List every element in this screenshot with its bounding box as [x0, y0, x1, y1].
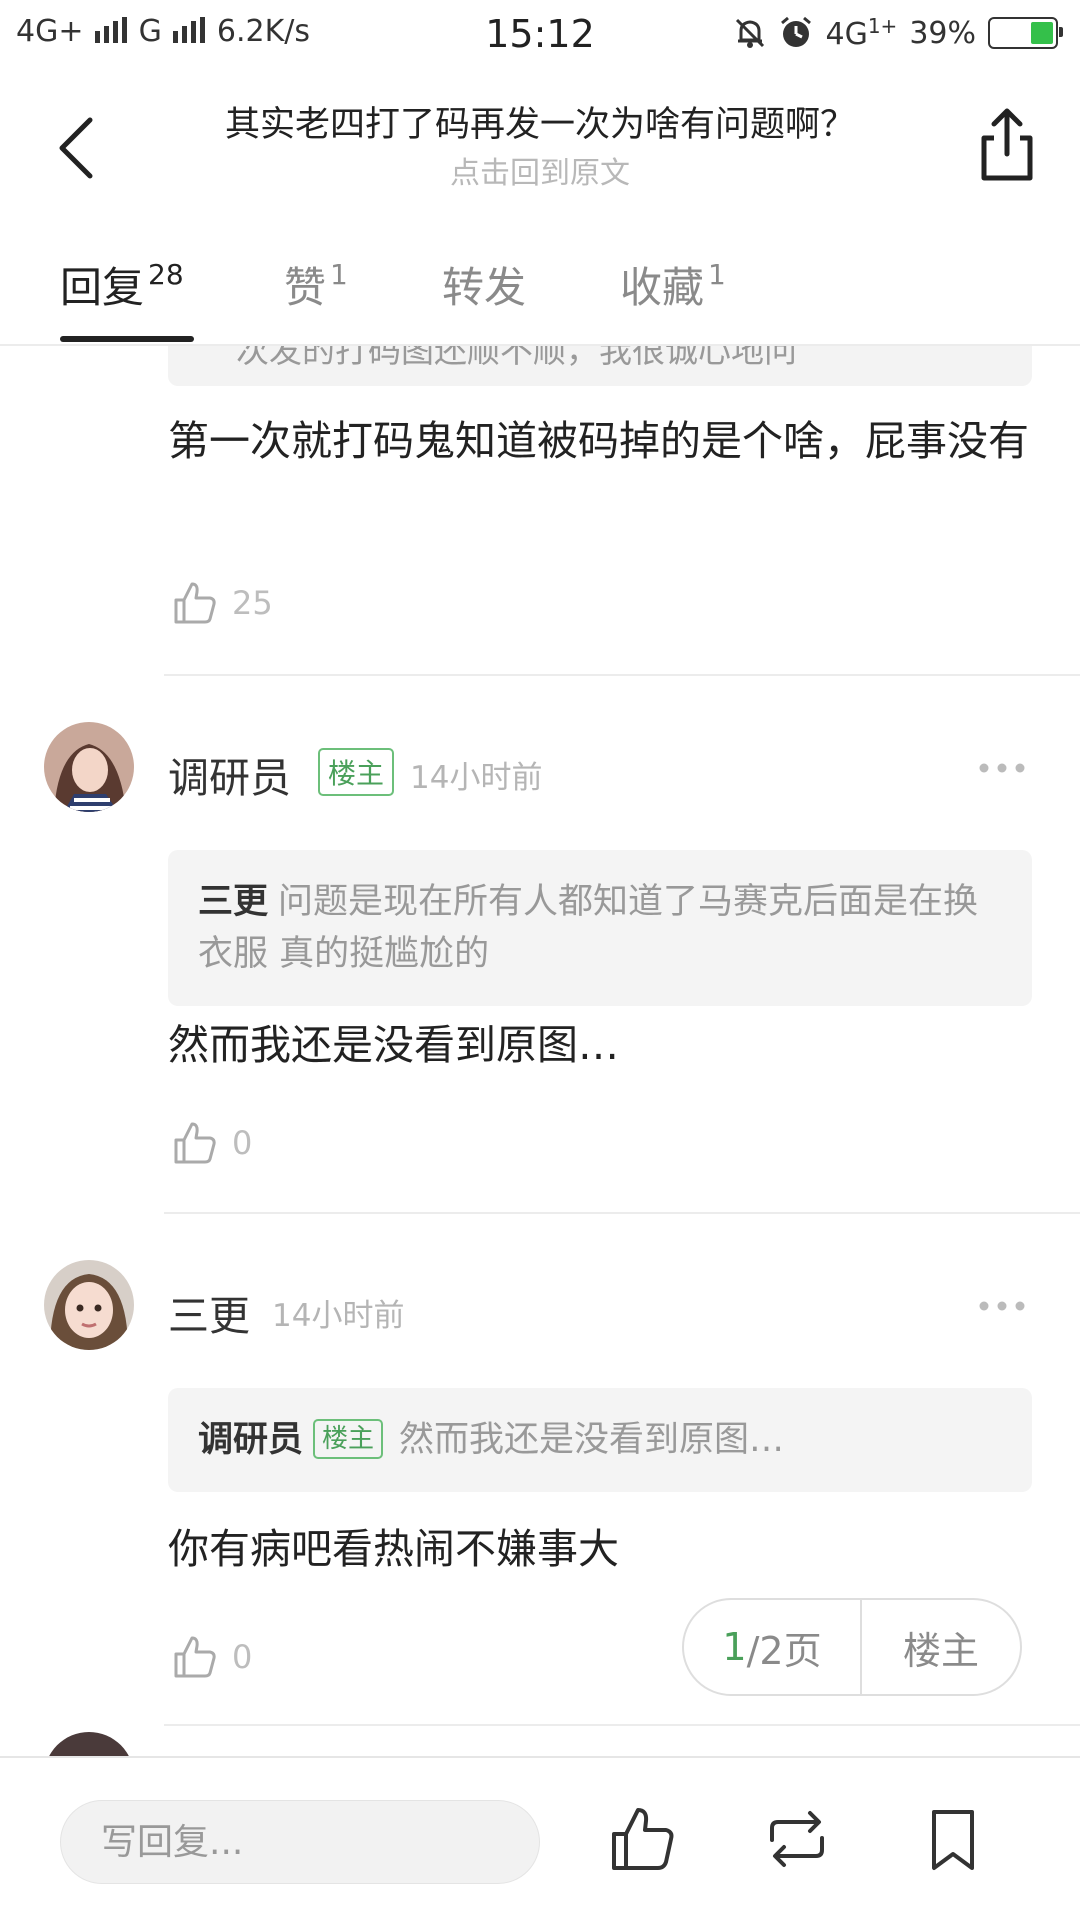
back-to-original-link[interactable]: 点击回到原文: [150, 148, 930, 192]
like-count: 25: [232, 584, 273, 622]
thread-replies-screen: 4G+ G 6.2K/s 15:12 4G1+ 39% 其实老四打了码再发一次为…: [0, 0, 1080, 1920]
username[interactable]: 三更: [168, 1282, 250, 1342]
tab-favorites[interactable]: 收藏 1: [620, 254, 726, 315]
avatar[interactable]: [44, 722, 134, 812]
divider: [164, 1724, 1080, 1726]
tab-replies[interactable]: 回复 28: [60, 254, 184, 315]
total-pages: /2页: [746, 1628, 822, 1673]
like-icon[interactable]: [608, 1804, 678, 1874]
only-op-button[interactable]: 楼主: [862, 1600, 1020, 1694]
status-right: 4G1+ 39%: [733, 14, 1063, 52]
network-type-3: 4G1+: [825, 14, 898, 52]
reply-body: 然而我还是没看到原图…: [168, 1021, 619, 1069]
reply-time: 14小时前: [410, 760, 543, 796]
alarm-icon: [781, 16, 812, 47]
reply-time: 14小时前: [272, 1298, 405, 1334]
back-arrow-icon[interactable]: [50, 108, 110, 188]
quoted-reply[interactable]: 调研员 楼主 然而我还是没看到原图…: [168, 1388, 1032, 1492]
more-options-icon[interactable]: [978, 762, 1026, 774]
avatar-image: [44, 1260, 134, 1350]
bookmark-icon[interactable]: [918, 1804, 988, 1874]
quoted-text: 问题是现在所有人都知道了马赛克后面是在换衣服 真的挺尴尬的: [198, 882, 979, 974]
quoted-username: 三更: [198, 882, 269, 922]
tab-likes[interactable]: 赞1: [284, 254, 348, 315]
share-icon[interactable]: [972, 104, 1042, 184]
quoted-username: 调研员: [198, 1420, 304, 1460]
page-indicator-button[interactable]: 1/2页: [684, 1600, 860, 1694]
avatar[interactable]: [44, 1260, 134, 1350]
avatar[interactable]: [44, 1732, 134, 1756]
like-button[interactable]: 0: [172, 1118, 252, 1168]
battery-icon: [988, 17, 1063, 49]
repost-icon[interactable]: [762, 1804, 832, 1874]
quoted-text: 然而我还是没看到原图…: [399, 1420, 785, 1460]
quoted-op-badge: 楼主: [313, 1419, 384, 1459]
avatar-image: [44, 722, 134, 812]
like-button[interactable]: 0: [172, 1632, 252, 1682]
header: 其实老四打了码再发一次为啥有问题啊？ 点击回到原文: [0, 76, 1080, 216]
thumbs-up-icon: [174, 582, 216, 624]
like-count: 0: [232, 1124, 253, 1162]
quoted-reply[interactable]: 次发的打码图还顺不顺，我很诚心地问: [168, 346, 1032, 386]
mute-bell-icon: [736, 18, 765, 48]
battery-fill: [1031, 22, 1053, 44]
status-bar: 4G+ G 6.2K/s 15:12 4G1+ 39%: [0, 0, 1080, 76]
reply-body: 第一次就打码鬼知道被码掉的是个啥，屁事没有: [168, 417, 1029, 465]
tab-bar: 回复 28 赞1 转发 收藏 1: [0, 240, 1080, 346]
quoted-reply[interactable]: 三更 问题是现在所有人都知道了马赛克后面是在换衣服 真的挺尴尬的: [168, 850, 1032, 1006]
post-title[interactable]: 其实老四打了码再发一次为啥有问题啊？: [150, 96, 930, 147]
tab-reposts[interactable]: 转发: [442, 254, 526, 315]
divider: [164, 674, 1080, 676]
battery-percent: 39%: [909, 15, 976, 51]
reply-list[interactable]: 次发的打码图还顺不顺，我很诚心地问 第一次就打码鬼知道被码掉的是个啥，屁事没有 …: [0, 346, 1080, 1756]
page-navigator: 1/2页 楼主: [682, 1598, 1022, 1696]
current-page: 1: [722, 1625, 747, 1669]
op-badge: 楼主: [318, 748, 395, 796]
more-options-icon[interactable]: [978, 1300, 1026, 1312]
username[interactable]: 调研员: [168, 744, 291, 804]
like-button[interactable]: 25: [172, 578, 273, 628]
reply-input[interactable]: 写回复...: [60, 1800, 540, 1884]
active-tab-indicator: [60, 336, 194, 342]
reply-body: 你有病吧看热闹不嫌事大: [168, 1525, 619, 1573]
divider: [164, 1212, 1080, 1214]
thumbs-up-icon: [174, 1636, 216, 1678]
like-count: 0: [232, 1638, 253, 1676]
bottom-action-bar: 写回复...: [0, 1756, 1080, 1920]
thumbs-up-icon: [174, 1122, 216, 1164]
